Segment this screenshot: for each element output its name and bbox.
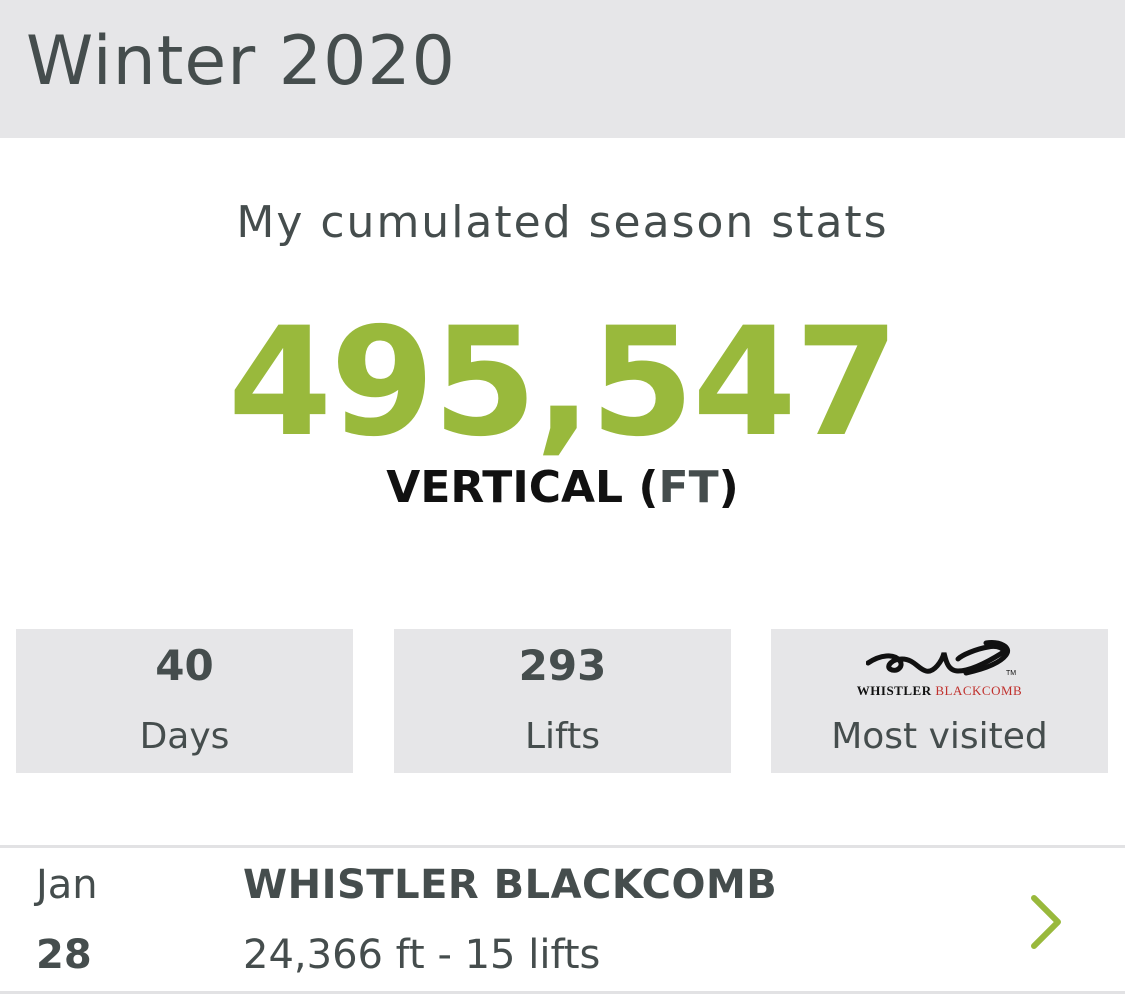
most-visited-label: Most visited — [831, 716, 1048, 757]
logo-text-primary: WHISTLER — [856, 683, 932, 698]
svg-text:TM: TM — [1006, 670, 1016, 677]
days-count: 40 — [155, 641, 214, 690]
vertical-label-prefix: VERTICAL ( — [386, 462, 659, 513]
stat-card-lifts: 293 Lifts — [394, 629, 731, 773]
visit-resort-name: WHISTLER BLACKCOMB — [243, 862, 778, 908]
lifts-count: 293 — [518, 641, 607, 690]
vertical-label-suffix: ) — [718, 462, 739, 513]
visit-detail: 24,366 ft - 15 lifts — [243, 932, 601, 978]
vertical-total: 495,547 — [227, 296, 899, 470]
chevron-right-icon[interactable] — [1026, 892, 1066, 952]
stat-card-days: 40 Days — [16, 629, 353, 773]
header-bar: Winter 2020 — [0, 0, 1125, 138]
stats-subtitle: My cumulated season stats — [236, 197, 889, 248]
visit-month: Jan — [36, 862, 98, 908]
whistler-blackcomb-logo-icon: TM — [866, 640, 1016, 677]
logo-text-accent: BLACKCOMB — [935, 683, 1023, 698]
visit-list-item[interactable]: Jan 28 WHISTLER BLACKCOMB 24,366 ft - 15… — [0, 848, 1125, 991]
stat-card-most-visited: TM WHISTLER BLACKCOMB Most visited — [771, 629, 1108, 773]
logo-wordmark: WHISTLER BLACKCOMB — [771, 683, 1108, 699]
visit-day: 28 — [36, 932, 92, 978]
whistler-blackcomb-logo: TM WHISTLER BLACKCOMB — [771, 639, 1108, 701]
lifts-label: Lifts — [525, 716, 600, 757]
vertical-unit-label: VERTICAL (FT) — [0, 458, 1125, 518]
list-divider-bottom — [0, 991, 1125, 994]
vertical-label-unit: FT — [658, 462, 719, 513]
season-title: Winter 2020 — [26, 22, 456, 101]
days-label: Days — [139, 716, 230, 757]
